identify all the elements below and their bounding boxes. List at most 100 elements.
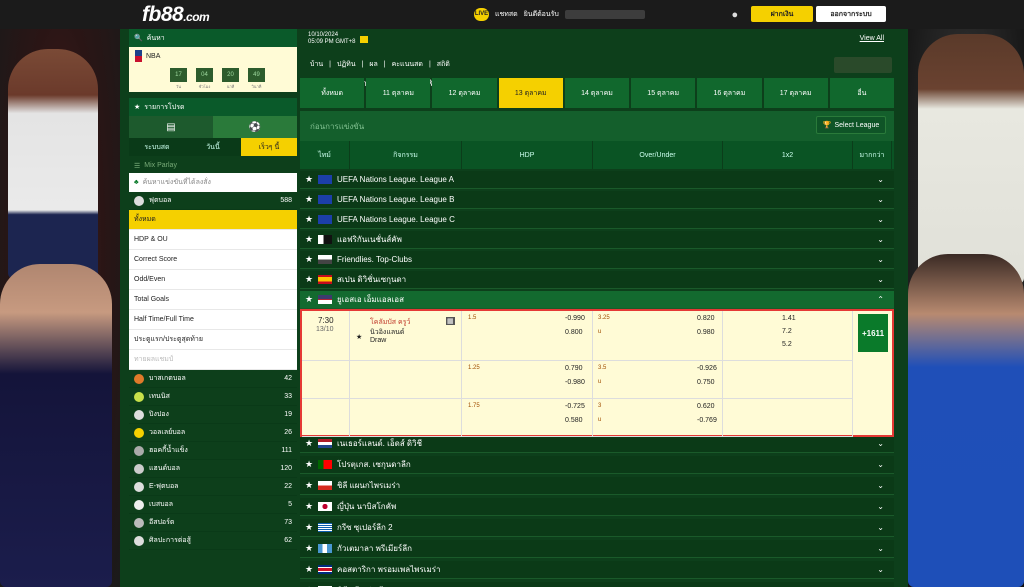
- sidebar-filter-input[interactable]: ♣ ค้นหาแข่งขันที่ได้ลงสั่ง: [129, 173, 297, 192]
- stats-icon[interactable]: ▦: [446, 317, 455, 325]
- more-markets-button[interactable]: +1611: [858, 314, 888, 352]
- league-row[interactable]: ★ โปรตุเกส. เซกุนดาลีก ⌄: [300, 456, 894, 474]
- balance-icon[interactable]: ●: [727, 9, 743, 21]
- date-tab[interactable]: 17 ตุลาคม: [763, 78, 828, 108]
- nav-item[interactable]: สถิติ: [437, 59, 450, 70]
- chat-icon[interactable]: LIVE: [474, 8, 489, 21]
- chevron-down-icon[interactable]: ⌄: [877, 175, 884, 184]
- sidebar-item-sport[interactable]: วอลเลย์บอล 26: [129, 424, 297, 442]
- league-row[interactable]: ★ UEFA Nations League. League B ⌄: [300, 191, 894, 209]
- star-icon[interactable]: ★: [300, 214, 318, 225]
- sidebar-search-header[interactable]: 🔍 ค้นหา: [129, 29, 297, 47]
- tab-live[interactable]: ระบบสด: [129, 138, 185, 156]
- chevron-down-icon[interactable]: ⌄: [877, 215, 884, 224]
- tab-today[interactable]: วันนี้: [185, 138, 241, 156]
- date-tab[interactable]: 13 ตุลาคม: [498, 78, 563, 108]
- tab-upcoming[interactable]: เร็วๆ นี้: [241, 138, 297, 156]
- football-subitem[interactable]: Correct Score: [129, 250, 297, 270]
- column-header: 1x2: [723, 141, 853, 169]
- star-icon[interactable]: ★: [300, 294, 318, 305]
- chevron-down-icon[interactable]: ⌄: [877, 544, 884, 553]
- sidebar-item-sport[interactable]: แฮนด์บอล 120: [129, 460, 297, 478]
- view-all-link[interactable]: View All: [860, 35, 884, 42]
- sidebar-item-sport[interactable]: E-ฟุตบอล 22: [129, 478, 297, 496]
- star-icon[interactable]: ★: [300, 174, 318, 185]
- sidebar-item-sport[interactable]: ศิลปะการต่อสู้ 62: [129, 532, 297, 550]
- chevron-down-icon[interactable]: ⌄: [877, 460, 884, 469]
- star-icon[interactable]: ★: [300, 234, 318, 245]
- date-tab[interactable]: ทั้งหมด: [300, 78, 365, 108]
- league-row[interactable]: ★ ชิลี แผนกไพรเมร่า ⌄: [300, 477, 894, 495]
- football-subitem[interactable]: Half Time/Full Time: [129, 310, 297, 330]
- star-icon[interactable]: ★: [300, 522, 318, 533]
- nav-item[interactable]: คะแนนสด: [392, 59, 423, 70]
- chevron-down-icon[interactable]: ⌄: [877, 481, 884, 490]
- list-view-icon[interactable]: ▤: [129, 116, 213, 138]
- football-subitem[interactable]: Total Goals: [129, 290, 297, 310]
- league-row[interactable]: ★ ยูเอสเอ เอ็มแอลเอส ⌃: [300, 291, 894, 309]
- football-subitem[interactable]: Odd/Even: [129, 270, 297, 290]
- date-tab[interactable]: 16 ตุลาคม: [697, 78, 762, 108]
- date-tab[interactable]: 15 ตุลาคม: [631, 78, 696, 108]
- star-icon[interactable]: ★: [300, 274, 318, 285]
- sidebar-item-sport[interactable]: บาสเกตบอล 42: [129, 370, 297, 388]
- date-tab[interactable]: อื่น: [829, 78, 894, 108]
- star-icon[interactable]: ★: [300, 459, 318, 470]
- football-subitem[interactable]: ทั้งหมด: [129, 210, 297, 230]
- datetime-display: 10/10/2024 05:09 PM GMT+8: [300, 29, 894, 49]
- chevron-down-icon[interactable]: ⌄: [877, 502, 884, 511]
- league-row[interactable]: ★ UEFA Nations League. League C ⌄: [300, 211, 894, 229]
- featured-league-card[interactable]: NBA 17 วัน 04 ชั่วโมง 20 นาที 49 วินาที: [129, 47, 297, 92]
- league-row[interactable]: ★ คอสตาริกา พรอมเพลไพรเมร่า ⌄: [300, 561, 894, 579]
- chevron-up-icon[interactable]: ⌃: [877, 295, 884, 304]
- nav-item[interactable]: บ้าน: [310, 59, 323, 70]
- deposit-button[interactable]: ฝากเงิน: [751, 6, 813, 22]
- chevron-down-icon[interactable]: ⌄: [877, 439, 884, 448]
- league-row[interactable]: ★ Friendlies. Top-Clubs ⌄: [300, 251, 894, 269]
- league-row[interactable]: ★ กรีซ ซุเปอร์ลีก 2 ⌄: [300, 519, 894, 537]
- league-row[interactable]: ★ กัวเตมาลา พรีเมียร์ลีก ⌄: [300, 540, 894, 558]
- chevron-down-icon[interactable]: ⌄: [877, 523, 884, 532]
- sidebar-item-sport[interactable]: ฮอคกี้น้ำแข็ง 111: [129, 442, 297, 460]
- select-league-label: Select League: [834, 121, 880, 129]
- logout-button[interactable]: ออกจากระบบ: [816, 6, 886, 22]
- chevron-down-icon[interactable]: ⌄: [877, 255, 884, 264]
- star-icon[interactable]: ★: [356, 333, 362, 341]
- site-logo[interactable]: fb88.com: [142, 3, 210, 27]
- star-icon[interactable]: ★: [300, 564, 318, 575]
- sidebar-item-football[interactable]: ฟุตบอล 588: [129, 192, 297, 210]
- date-tab[interactable]: 11 ตุลาคม: [366, 78, 431, 108]
- star-icon[interactable]: ★: [300, 438, 318, 449]
- league-row[interactable]: ★ แอฟริกันเนชั่นส์คัพ ⌄: [300, 231, 894, 249]
- league-row[interactable]: ★ชิลี พรีเมร่า บี⌄: [300, 582, 894, 587]
- date-tab[interactable]: 14 ตุลาคม: [564, 78, 630, 108]
- league-row[interactable]: ★ ญี่ปุ่น นาบิสโกคัพ ⌄: [300, 498, 894, 516]
- football-subitem[interactable]: ทายผลแชมป์: [129, 350, 297, 370]
- league-row[interactable]: ★ UEFA Nations League. League A ⌄: [300, 171, 894, 189]
- football-subitem[interactable]: HDP & OU: [129, 230, 297, 250]
- star-icon[interactable]: ★: [300, 480, 318, 491]
- select-league-button[interactable]: 🏆 Select League: [816, 116, 886, 134]
- star-icon[interactable]: ★: [300, 501, 318, 512]
- nav-item[interactable]: ผล: [369, 59, 377, 70]
- chevron-down-icon[interactable]: ⌄: [877, 275, 884, 284]
- star-icon[interactable]: ★: [300, 194, 318, 205]
- chat-label[interactable]: แชทสด: [495, 9, 518, 20]
- date-tab[interactable]: 12 ตุลาคม: [432, 78, 497, 108]
- nav-item[interactable]: ปฏิทิน: [337, 59, 356, 70]
- chevron-down-icon[interactable]: ⌄: [877, 565, 884, 574]
- sidebar-item-sport[interactable]: เทนนิส 33: [129, 388, 297, 406]
- sidebar-item-sport[interactable]: อีสปอร์ต 73: [129, 514, 297, 532]
- chevron-down-icon[interactable]: ⌄: [877, 195, 884, 204]
- sidebar-item-sport[interactable]: เบสบอล 5: [129, 496, 297, 514]
- sidebar-item-sport[interactable]: ปิงปอง 19: [129, 406, 297, 424]
- football-subitem[interactable]: ประตูแรก/ประตูสุดท้าย: [129, 330, 297, 350]
- mix-parlay-toggle[interactable]: ☰ Mix Parlay: [129, 158, 297, 173]
- league-row[interactable]: ★ สเปน ดิวิชั่นเซกุนดา ⌄: [300, 271, 894, 289]
- star-icon[interactable]: ★: [300, 254, 318, 265]
- star-icon[interactable]: ★: [300, 543, 318, 554]
- sports-view-icon[interactable]: ⚽: [213, 116, 297, 138]
- league-row[interactable]: ★ เนเธอร์แลนด์. เอ็ดส์ ดิวิชี ⌄: [300, 435, 894, 453]
- favorites-header[interactable]: ★ รายการโปรด: [129, 98, 297, 116]
- chevron-down-icon[interactable]: ⌄: [877, 235, 884, 244]
